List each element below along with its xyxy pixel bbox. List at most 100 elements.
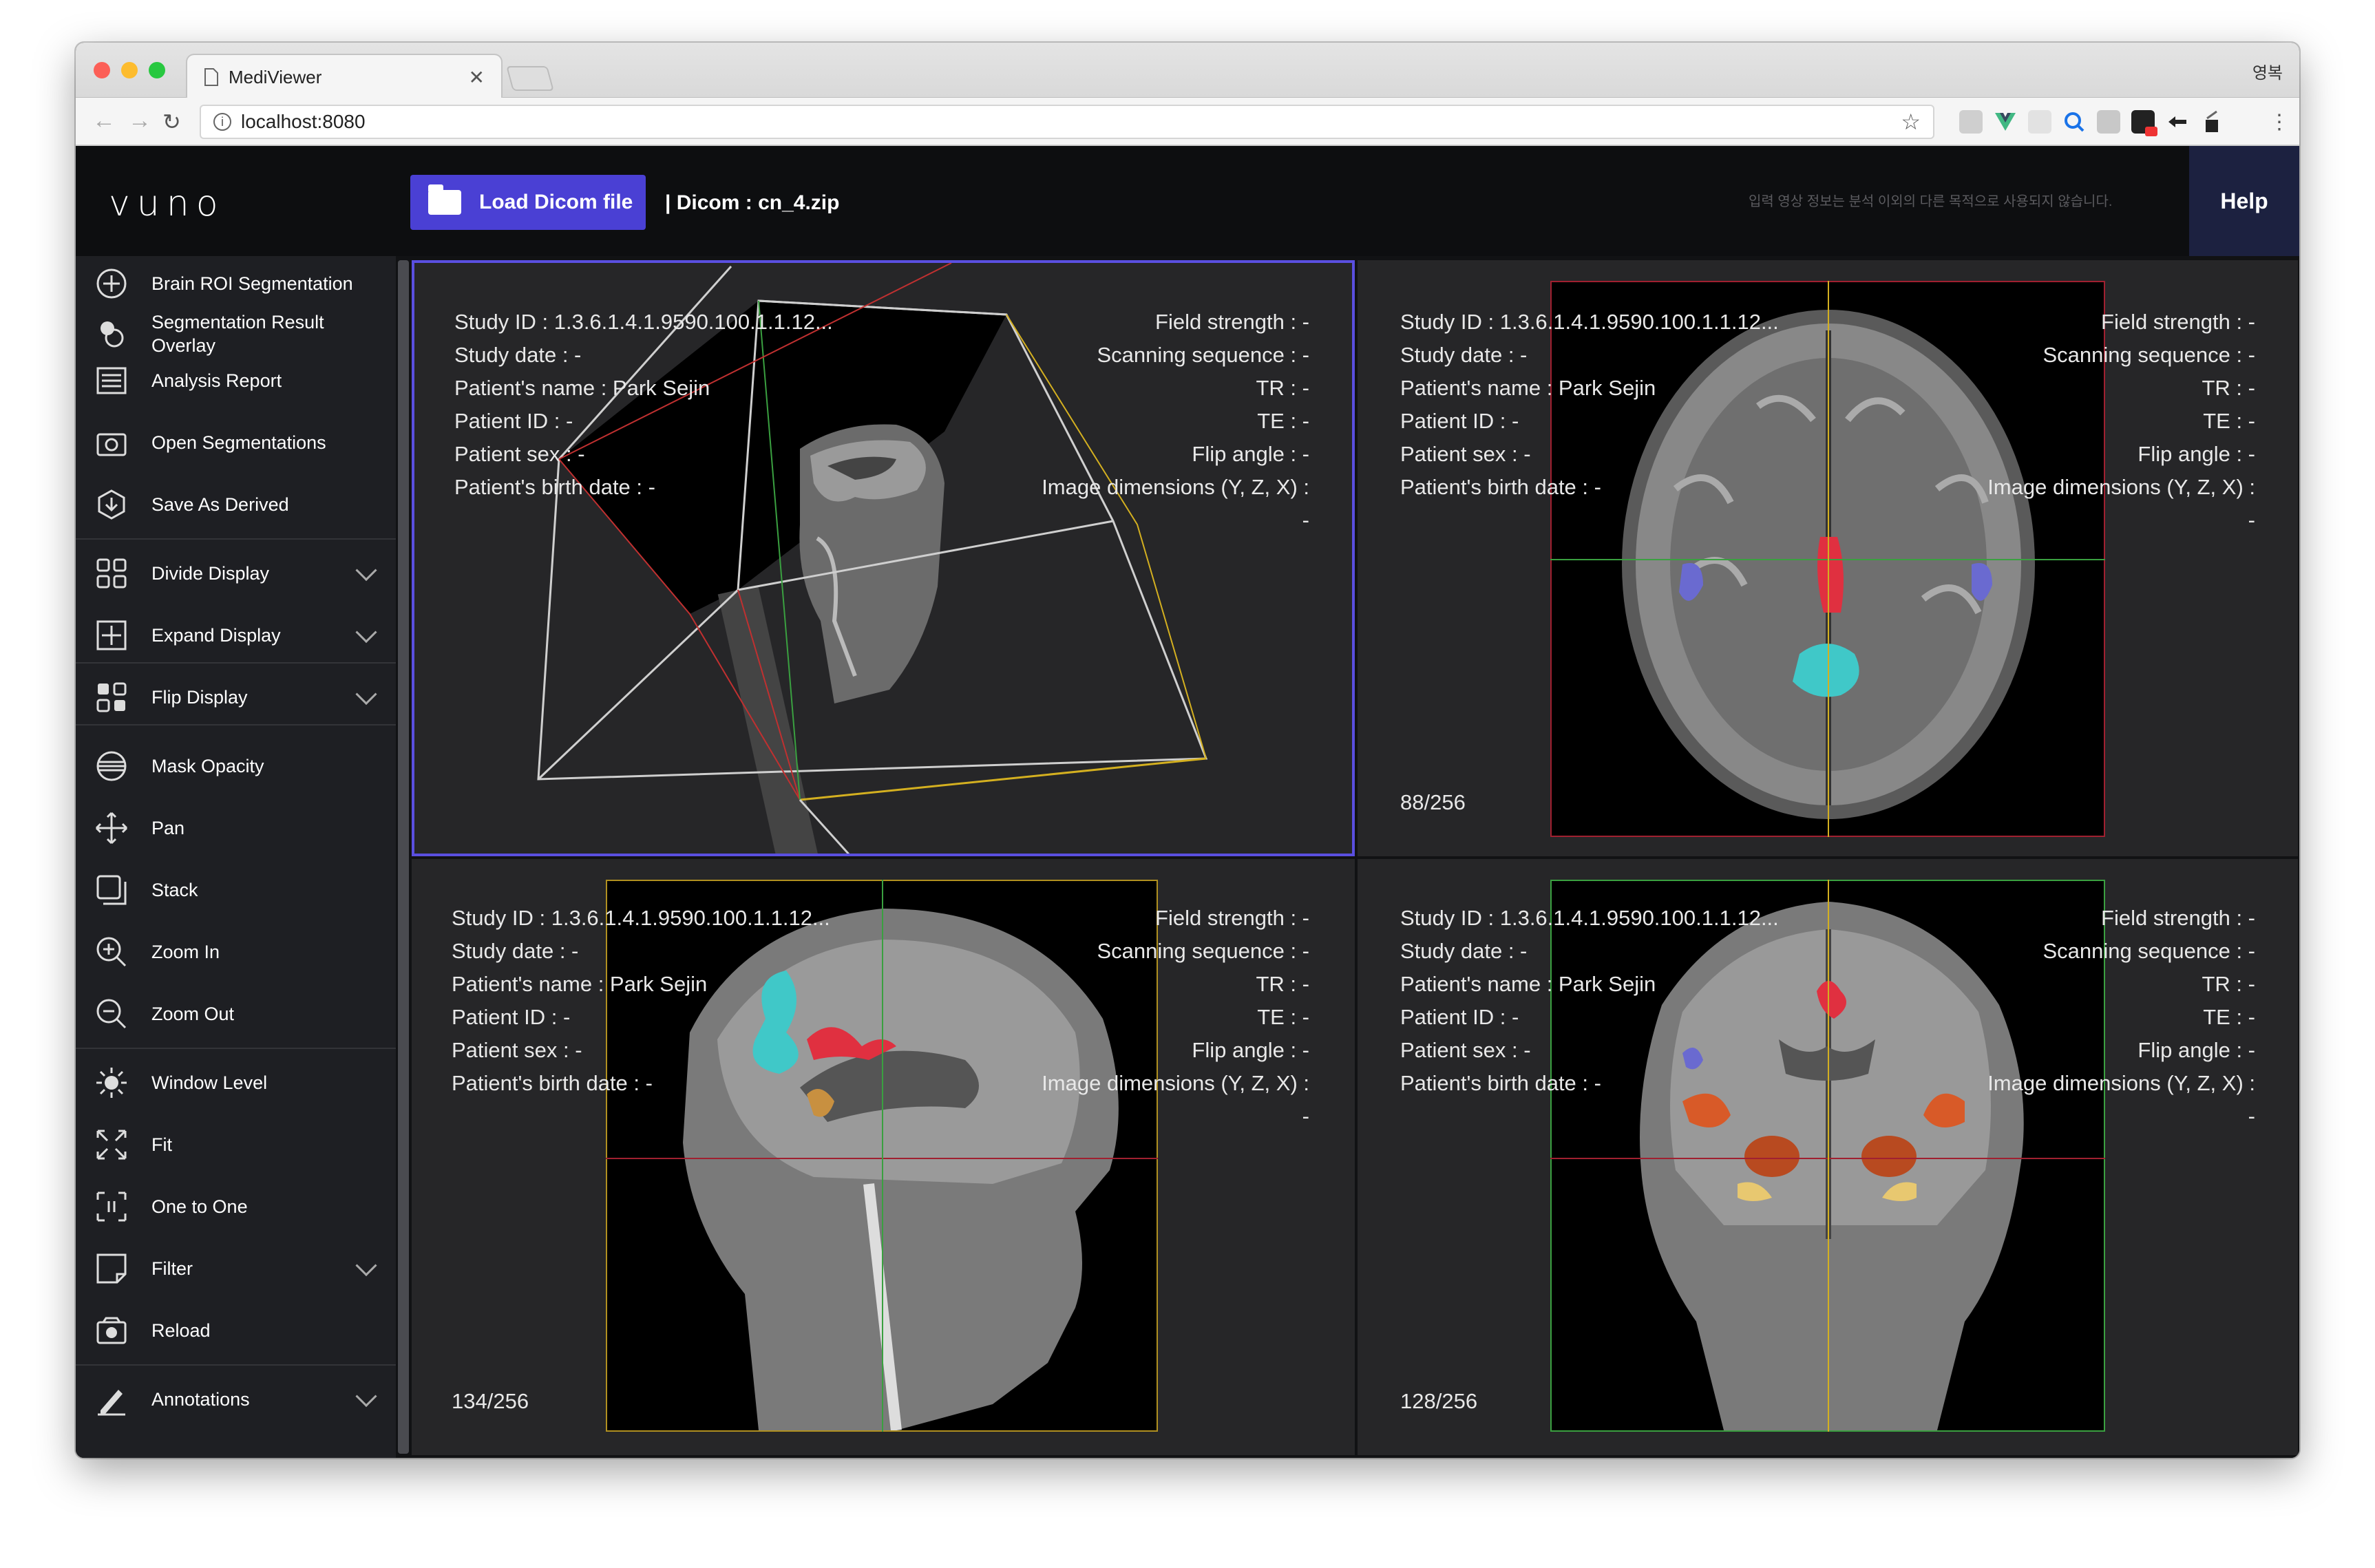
extension-icon[interactable] — [2131, 110, 2157, 136]
filter-icon — [96, 1253, 127, 1284]
back-icon[interactable]: ← — [92, 107, 116, 134]
browser-tab[interactable]: MediViewer ✕ — [186, 54, 503, 99]
overlay-icon — [101, 321, 124, 348]
image-dimensions-value: - — [1302, 508, 1309, 532]
te-value: TE : - — [1257, 409, 1309, 433]
field-strength: Field strength : - — [1155, 310, 1309, 334]
crosshair-vertical — [1828, 880, 1829, 1432]
image-dimensions: Image dimensions (Y, Z, X) : — [1042, 475, 1309, 499]
sidebar-item-expand-display[interactable]: Expand Display — [76, 607, 396, 664]
sidebar-divider — [76, 538, 396, 540]
patient-sex: Patient sex : - — [1400, 442, 1531, 466]
crosshair-vertical — [882, 880, 883, 1432]
sidebar-item-label: Mask Opacity — [151, 756, 264, 776]
new-tab-button[interactable] — [506, 66, 554, 91]
scanning-sequence: Scanning sequence : - — [1097, 939, 1310, 963]
tr-value: TR : - — [2202, 376, 2256, 400]
sidebar-item-analysis-report[interactable]: Analysis Report — [76, 352, 396, 409]
viewport-info-right: Field strength : - Scanning sequence : -… — [1987, 902, 2255, 1133]
viewport-info-left: Study ID : 1.3.6.1.4.1.9590.100.1.1.12..… — [454, 306, 833, 504]
viewport-sagittal[interactable]: Study ID : 1.3.6.1.4.1.9590.100.1.1.12..… — [412, 859, 1355, 1455]
field-strength: Field strength : - — [1155, 906, 1309, 930]
slice-counter: 128/256 — [1400, 1389, 1478, 1413]
forward-icon[interactable]: → — [128, 107, 151, 134]
extension-icon[interactable] — [2097, 110, 2120, 134]
extension-icon[interactable] — [1959, 110, 1983, 134]
image-dimensions-value: - — [2248, 1104, 2255, 1128]
image-dimensions-value: - — [1302, 1104, 1309, 1128]
viewport-info-left: Study ID : 1.3.6.1.4.1.9590.100.1.1.12..… — [1400, 902, 1779, 1100]
profile-name[interactable]: 영복 — [2252, 59, 2283, 83]
sidebar-item-label: Analysis Report — [151, 370, 282, 391]
sidebar-item-divide-display[interactable]: Divide Display — [76, 545, 396, 602]
field-strength: Field strength : - — [2101, 906, 2255, 930]
chevron-down-icon[interactable] — [355, 560, 377, 582]
chevron-down-icon[interactable] — [355, 622, 377, 644]
sidebar-item-save-as-derived[interactable]: Save As Derived — [76, 476, 396, 533]
chevron-down-icon[interactable] — [355, 684, 377, 706]
study-date: Study date : - — [1400, 343, 1528, 367]
vue-extension-icon[interactable] — [1994, 110, 2017, 134]
reload-page-icon[interactable]: ↻ — [162, 109, 181, 135]
viewport-info-left: Study ID : 1.3.6.1.4.1.9590.100.1.1.12..… — [452, 902, 830, 1100]
sidebar-item-pan[interactable]: Pan — [76, 800, 396, 856]
close-tab-icon[interactable]: ✕ — [469, 66, 485, 89]
sidebar-item-fit[interactable]: Fit — [76, 1116, 396, 1173]
image-dimensions-value: - — [2248, 508, 2255, 532]
maximize-window-icon[interactable] — [149, 62, 165, 78]
extension-icon[interactable] — [2028, 110, 2051, 134]
sidebar-item-label: Zoom Out — [151, 1004, 235, 1024]
sidebar-item-filter[interactable]: Filter — [76, 1240, 396, 1297]
scanning-sequence: Scanning sequence : - — [1097, 343, 1310, 367]
sidebar-item-label: Save As Derived — [151, 494, 289, 515]
sidebar-item-annotations[interactable]: Annotations — [76, 1371, 396, 1428]
viewport-3d[interactable]: Study ID : 1.3.6.1.4.1.9590.100.1.1.12..… — [412, 260, 1355, 856]
sidebar-item-zoom-out[interactable]: Zoom Out — [76, 986, 396, 1042]
chevron-down-icon[interactable] — [355, 1255, 377, 1277]
field-strength: Field strength : - — [2101, 310, 2255, 334]
sidebar-item-flip-display[interactable]: Flip Display — [76, 669, 396, 725]
sidebar-item-label: One to One — [151, 1196, 248, 1217]
viewport-coronal[interactable]: Study ID : 1.3.6.1.4.1.9590.100.1.1.12..… — [1358, 859, 2298, 1455]
patient-birth-date: Patient's birth date : - — [1400, 475, 1601, 499]
sidebar-item-label: Annotations — [151, 1389, 250, 1410]
load-dicom-button[interactable]: Load Dicom file — [410, 175, 646, 230]
browser-menu-icon[interactable]: ⋮ — [2269, 110, 2290, 134]
extension-icon[interactable] — [2200, 110, 2224, 134]
privacy-notice: 입력 영상 정보는 분석 이외의 다른 목적으로 사용되지 않습니다. — [1749, 194, 2113, 209]
sidebar-item-label: Brain ROI Segmentation — [151, 273, 353, 294]
info-icon[interactable]: i — [213, 113, 231, 131]
extension-icon[interactable] — [2166, 110, 2189, 134]
sidebar-item-window-level[interactable]: Window Level — [76, 1055, 396, 1111]
bookmark-star-icon[interactable]: ☆ — [1901, 109, 1921, 135]
chevron-down-icon[interactable] — [355, 1386, 377, 1408]
sidebar-item-reload[interactable]: Reload — [76, 1302, 396, 1359]
sidebar-divider — [76, 1364, 396, 1366]
te-value: TE : - — [2203, 1005, 2255, 1029]
sidebar-item-zoom-in[interactable]: Zoom In — [76, 924, 396, 980]
opacity-icon — [96, 751, 127, 781]
sidebar-item-label: Expand Display — [151, 625, 281, 646]
mediviewer-app: vuno Load Dicom file | Dicom : cn_4.zip … — [76, 146, 2299, 1458]
sidebar-item-label: Filter — [151, 1258, 193, 1279]
vuno-logo: vuno — [109, 183, 225, 224]
help-button[interactable]: Help — [2189, 146, 2299, 256]
close-window-icon[interactable] — [94, 62, 110, 78]
viewport-info-right: Field strength : - Scanning sequence : -… — [1987, 306, 2255, 537]
pan-icon — [95, 812, 128, 845]
viewport-axial[interactable]: Study ID : 1.3.6.1.4.1.9590.100.1.1.12..… — [1358, 260, 2298, 856]
patient-sex: Patient sex : - — [1400, 1038, 1531, 1062]
image-dimensions: Image dimensions (Y, Z, X) : — [1987, 475, 2255, 499]
sidebar-item-stack[interactable]: Stack — [76, 862, 396, 918]
sidebar-scrollbar[interactable] — [398, 260, 409, 1454]
address-bar[interactable]: i localhost:8080 ☆ — [200, 105, 1934, 139]
te-value: TE : - — [2203, 409, 2255, 433]
patient-id: Patient ID : - — [452, 1005, 571, 1029]
viewport-info-right: Field strength : - Scanning sequence : -… — [1042, 902, 1309, 1133]
sidebar-item-mask-opacity[interactable]: Mask Opacity — [76, 738, 396, 794]
search-extension-icon[interactable] — [2062, 110, 2086, 134]
minimize-window-icon[interactable] — [121, 62, 138, 78]
sidebar-item-one-to-one[interactable]: One to One — [76, 1178, 396, 1235]
slice-counter: 134/256 — [452, 1389, 529, 1413]
sidebar-item-open-segmentations[interactable]: Open Segmentations — [76, 414, 396, 471]
